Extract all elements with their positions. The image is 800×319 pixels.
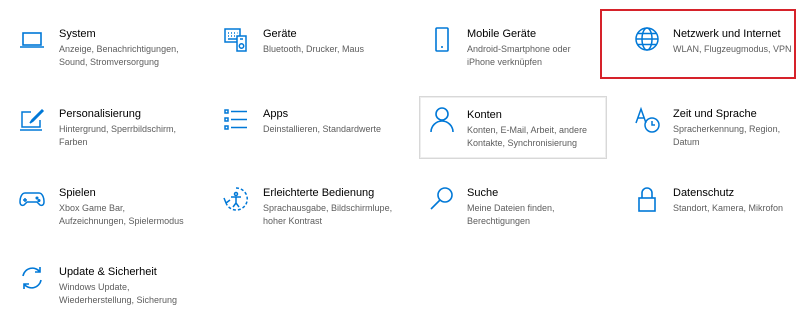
tile-mobile[interactable]: Mobile Geräte Android-Smartphone oder iPh… — [424, 22, 594, 74]
tile-title: Zeit und Sprache — [673, 108, 757, 120]
tile-gaming[interactable]: Spielen Xbox Game Bar, Aufzeichnungen, Sp… — [14, 181, 204, 233]
tile-description: Windows Update, Wiederherstellung, Sicher… — [59, 282, 178, 305]
apps-list-icon — [222, 106, 250, 134]
tile-time-language[interactable]: Zeit und Sprache Spracherkennung, Region… — [630, 102, 792, 154]
tile-description: Standort, Kamera, Mikrofon — [673, 203, 784, 213]
tile-title: Mobile Geräte — [467, 28, 537, 40]
lock-icon — [633, 185, 661, 213]
gamepad-icon — [18, 185, 46, 213]
tile-title: Erleichterte Bedienung — [263, 187, 375, 199]
tile-description: Android-Smartphone oder iPhone verknüpfen — [467, 44, 571, 67]
tile-description: Konten, E-Mail, Arbeit, andere Kontakte, … — [467, 125, 588, 148]
tile-title: Suche — [467, 187, 499, 199]
tile-network[interactable]: Netzwerk und Internet WLAN, Flugzeugmodu… — [630, 22, 792, 74]
tile-title: Konten — [467, 109, 502, 121]
tile-description: Meine Dateien finden, Berechtigungen — [467, 203, 555, 226]
tile-title: Spielen — [59, 187, 96, 199]
tile-description: Xbox Game Bar, Aufzeichnungen, Spielermod… — [59, 203, 184, 226]
tile-devices[interactable]: Geräte Bluetooth, Drucker, Maus — [220, 22, 410, 74]
tile-description: WLAN, Flugzeugmodus, VPN — [673, 44, 792, 54]
tile-title: Netzwerk und Internet — [673, 28, 781, 40]
tile-title: Geräte — [263, 28, 297, 40]
tile-search[interactable]: Suche Meine Dateien finden, Berechtigunge… — [424, 181, 594, 233]
tile-description: Bluetooth, Drucker, Maus — [263, 44, 365, 54]
tile-title: System — [59, 28, 96, 40]
tile-description: Spracherkennung, Region, Datum — [673, 124, 781, 147]
paint-icon — [18, 106, 46, 134]
tile-description: Anzeige, Benachrichtigungen, Sound, Strom… — [59, 44, 179, 67]
time-language-icon — [633, 106, 661, 134]
tile-system[interactable]: System Anzeige, Benachrichtigungen, Sound… — [14, 22, 204, 74]
sync-icon — [18, 264, 46, 292]
tile-personalization[interactable]: Personalisierung Hintergrund, Sperrbilds… — [14, 102, 204, 154]
tile-apps[interactable]: Apps Deinstallieren, Standardwerte — [220, 102, 410, 154]
tile-title: Datenschutz — [673, 187, 735, 199]
tile-privacy[interactable]: Datenschutz Standort, Kamera, Mikrofon — [630, 181, 792, 233]
person-icon — [428, 105, 456, 133]
accessibility-icon — [222, 185, 250, 213]
tile-title: Update & Sicherheit — [59, 266, 157, 278]
tile-title: Apps — [263, 108, 289, 120]
phone-icon — [428, 26, 456, 54]
tile-description: Sprachausgabe, Bildschirmlupe, hoher Kont… — [263, 203, 393, 226]
tile-update-security[interactable]: Update & Sicherheit Windows Update, Wiede… — [14, 260, 204, 312]
tile-title: Personalisierung — [59, 108, 141, 120]
tile-description: Hintergrund, Sperrbildschirm, Farben — [59, 124, 177, 147]
tile-ease-of-access[interactable]: Erleichterte Bedienung Sprachausgabe, Bi… — [220, 181, 410, 233]
laptop-icon — [18, 26, 46, 54]
globe-icon — [633, 25, 661, 53]
tile-description: Deinstallieren, Standardwerte — [263, 124, 382, 134]
tile-accounts[interactable]: Konten Konten, E-Mail, Arbeit, andere Kon… — [419, 96, 607, 159]
search-icon — [428, 185, 456, 213]
keyboard-icon — [222, 26, 250, 54]
